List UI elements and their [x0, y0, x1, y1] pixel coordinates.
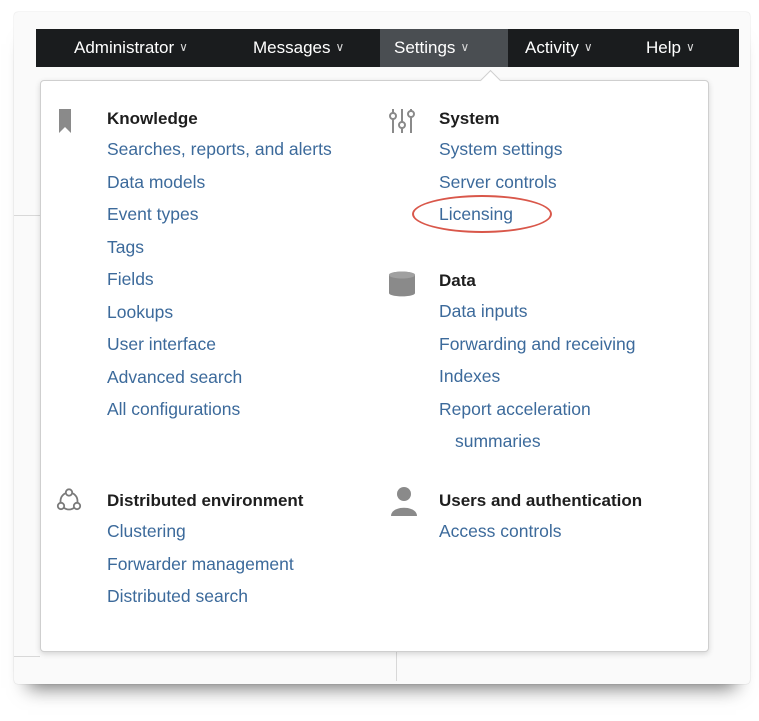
settings-dropdown-menu: Knowledge Searches, reports, and alerts …: [40, 80, 709, 652]
link-advanced-search[interactable]: Advanced search: [107, 361, 332, 394]
link-fields[interactable]: Fields: [107, 263, 332, 296]
nav-administrator-label: Administrator: [74, 38, 175, 57]
nav-activity-label: Activity: [525, 38, 579, 57]
top-navbar: Administrator ∨ Messages ∨ Settings ∨ Activ…: [36, 29, 739, 67]
nav-administrator[interactable]: Administrator ∨: [60, 29, 202, 67]
link-system-settings[interactable]: System settings: [439, 133, 563, 166]
link-event-types[interactable]: Event types: [107, 198, 332, 231]
link-data-inputs[interactable]: Data inputs: [439, 295, 636, 328]
users-section: Users and authentication Access controls: [439, 486, 642, 548]
chevron-down-icon: ∨: [179, 40, 188, 54]
link-report-acceleration-line1: Report acceleration: [439, 398, 591, 419]
nav-settings[interactable]: Settings ∨: [380, 29, 508, 67]
chevron-down-icon: ∨: [460, 40, 470, 54]
distributed-section: Distributed environment Clustering Forwa…: [107, 486, 303, 613]
background-divider: [14, 656, 40, 657]
data-heading: Data: [439, 271, 476, 290]
link-user-interface[interactable]: User interface: [107, 328, 332, 361]
link-report-acceleration-summaries[interactable]: Report acceleration summaries: [439, 393, 636, 458]
sliders-icon: [389, 109, 415, 133]
link-clustering[interactable]: Clustering: [107, 515, 303, 548]
chevron-down-icon: ∨: [685, 40, 695, 54]
knowledge-heading: Knowledge: [107, 109, 198, 128]
nav-help[interactable]: Help ∨: [632, 29, 709, 67]
link-searches-reports-alerts[interactable]: Searches, reports, and alerts: [107, 133, 332, 166]
background-divider: [14, 215, 40, 216]
link-indexes[interactable]: Indexes: [439, 360, 636, 393]
database-icon: [389, 271, 415, 297]
distributed-icon: [56, 488, 82, 511]
link-forwarder-management[interactable]: Forwarder management: [107, 548, 303, 581]
knowledge-section: Knowledge Searches, reports, and alerts …: [107, 104, 332, 426]
system-heading: System: [439, 109, 500, 128]
licensing-highlight-ring: [412, 195, 552, 233]
nav-help-label: Help: [646, 38, 681, 57]
link-forwarding-receiving[interactable]: Forwarding and receiving: [439, 328, 636, 361]
users-heading: Users and authentication: [439, 491, 643, 510]
nav-messages[interactable]: Messages ∨: [239, 29, 358, 67]
data-section: Data Data inputs Forwarding and receivin…: [439, 266, 636, 458]
distributed-heading: Distributed environment: [107, 491, 304, 510]
link-server-controls[interactable]: Server controls: [439, 166, 563, 199]
link-all-configurations[interactable]: All configurations: [107, 393, 332, 426]
user-icon: [391, 487, 417, 516]
bookmark-icon: [59, 109, 71, 133]
nav-activity[interactable]: Activity ∨: [511, 29, 607, 67]
link-access-controls[interactable]: Access controls: [439, 515, 642, 548]
chevron-down-icon: ∨: [583, 40, 593, 54]
chevron-down-icon: ∨: [335, 40, 345, 54]
link-distributed-search[interactable]: Distributed search: [107, 580, 303, 613]
link-data-models[interactable]: Data models: [107, 166, 332, 199]
nav-messages-label: Messages: [253, 38, 331, 57]
link-report-acceleration-line2: summaries: [455, 431, 541, 451]
link-lookups[interactable]: Lookups: [107, 296, 332, 329]
background-divider: [396, 651, 397, 681]
link-tags[interactable]: Tags: [107, 231, 332, 264]
nav-settings-label: Settings: [394, 38, 456, 57]
